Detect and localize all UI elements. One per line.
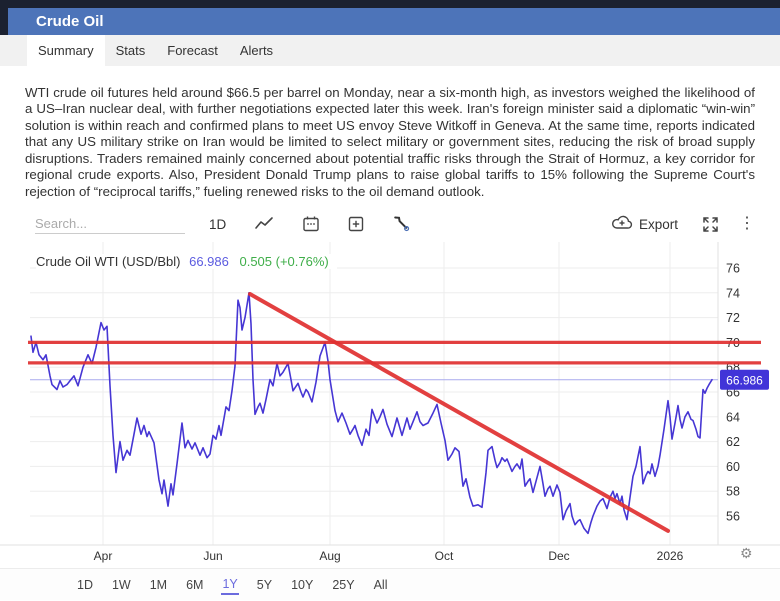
x-tick-label: 2026 <box>657 549 684 563</box>
range-1d[interactable]: 1D <box>76 576 94 594</box>
chart-area: 7674727068666462605856AprJunAugOctDec202… <box>0 242 780 568</box>
price-badge-value: 66.986 <box>726 373 763 387</box>
y-tick-label: 74 <box>726 286 740 300</box>
tab-alerts[interactable]: Alerts <box>229 35 284 66</box>
legend-series-name: Crude Oil WTI (USD/Bbl) <box>36 254 180 269</box>
export-label: Export <box>639 217 678 232</box>
y-tick-label: 64 <box>726 410 740 424</box>
export-button[interactable]: Export <box>611 215 678 233</box>
chart-legend: Crude Oil WTI (USD/Bbl) 66.986 0.505 (+0… <box>36 254 337 269</box>
page-title: Crude Oil <box>36 13 104 30</box>
chart-toolbar: 1D Export <box>0 206 780 242</box>
window-top-strip <box>0 0 780 8</box>
y-tick-label: 58 <box>726 485 740 499</box>
export-cloud-icon <box>611 215 633 233</box>
tab-bar: Summary Stats Forecast Alerts <box>0 35 780 66</box>
add-indicator-icon[interactable] <box>347 215 365 233</box>
diagonal-trend-line <box>250 294 668 531</box>
x-tick-label: Apr <box>94 549 113 563</box>
x-tick-label: Dec <box>548 549 569 563</box>
page: Crude Oil Summary Stats Forecast Alerts … <box>0 0 780 600</box>
range-10y[interactable]: 10Y <box>290 576 314 594</box>
price-chart[interactable]: 7674727068666462605856AprJunAugOctDec202… <box>0 242 780 568</box>
range-25y[interactable]: 25Y <box>331 576 355 594</box>
fullscreen-icon[interactable] <box>702 216 719 233</box>
range-6m[interactable]: 6M <box>185 576 204 594</box>
y-tick-label: 76 <box>726 262 740 276</box>
range-5y[interactable]: 5Y <box>256 576 273 594</box>
range-all[interactable]: All <box>373 576 389 594</box>
x-tick-label: Jun <box>203 549 222 563</box>
toolbar-right: Export ⋮ <box>611 215 755 233</box>
calendar-icon[interactable] <box>302 215 320 233</box>
y-tick-label: 60 <box>726 460 740 474</box>
y-tick-label: 72 <box>726 311 740 325</box>
x-tick-label: Aug <box>319 549 340 563</box>
gear-icon[interactable]: ⚙ <box>740 545 753 562</box>
wrench-icon[interactable] <box>392 215 410 233</box>
range-1y[interactable]: 1Y <box>221 575 238 595</box>
summary-paragraph: WTI crude oil futures held around $66.5 … <box>25 85 755 200</box>
line-chart-icon[interactable] <box>253 215 275 233</box>
range-selector: 1D 1W 1M 6M 1Y 5Y 10Y 25Y All <box>0 568 780 600</box>
tab-summary[interactable]: Summary <box>27 35 105 66</box>
tab-forecast[interactable]: Forecast <box>156 35 229 66</box>
chart-card: 1D Export <box>0 206 780 600</box>
interval-button[interactable]: 1D <box>209 217 226 232</box>
legend-change: 0.505 (+0.76%) <box>239 254 328 269</box>
legend-price: 66.986 <box>189 254 229 269</box>
tab-stats[interactable]: Stats <box>105 35 157 66</box>
kebab-menu-icon[interactable]: ⋮ <box>739 217 755 231</box>
range-1w[interactable]: 1W <box>111 576 132 594</box>
title-bar: Crude Oil <box>0 8 780 35</box>
search-input[interactable] <box>35 214 185 234</box>
range-1m[interactable]: 1M <box>149 576 168 594</box>
x-tick-label: Oct <box>435 549 454 563</box>
y-tick-label: 56 <box>726 510 740 524</box>
y-tick-label: 62 <box>726 435 740 449</box>
